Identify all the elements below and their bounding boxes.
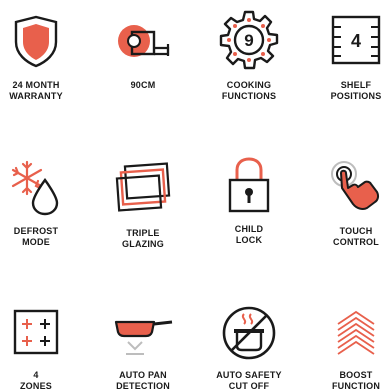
touch-hand-icon: [331, 161, 380, 210]
glass-panes-icon: [115, 162, 171, 212]
tape-measure-icon: [118, 25, 170, 57]
padlock-icon: [228, 157, 270, 213]
feature-label: 24 MONTH WARRANTY: [9, 80, 63, 101]
feature-label: TRIPLE GLAZING: [122, 228, 164, 249]
feature-label: TOUCH CONTROL: [333, 226, 379, 247]
pan-icon: [114, 320, 173, 355]
feature-label: DEFROST MODE: [13, 226, 59, 247]
feature-label: 90CM: [130, 80, 156, 90]
gear-icon: 9: [219, 10, 279, 70]
shield-icon: [14, 15, 58, 68]
snowflake-drop-icon: [11, 160, 59, 216]
safety-cutoff-icon: [222, 306, 276, 360]
boost-chevrons-icon: [337, 310, 375, 355]
feature-label: SHELF POSITIONS: [330, 80, 382, 101]
svg-text:4: 4: [351, 31, 361, 51]
feature-label: COOKING FUNCTIONS: [221, 80, 277, 101]
feature-label: CHILD LOCK: [234, 224, 264, 245]
cooktop-zones-icon: [13, 309, 59, 355]
shelf-icon: 4: [331, 15, 381, 65]
svg-text:9: 9: [244, 31, 253, 50]
